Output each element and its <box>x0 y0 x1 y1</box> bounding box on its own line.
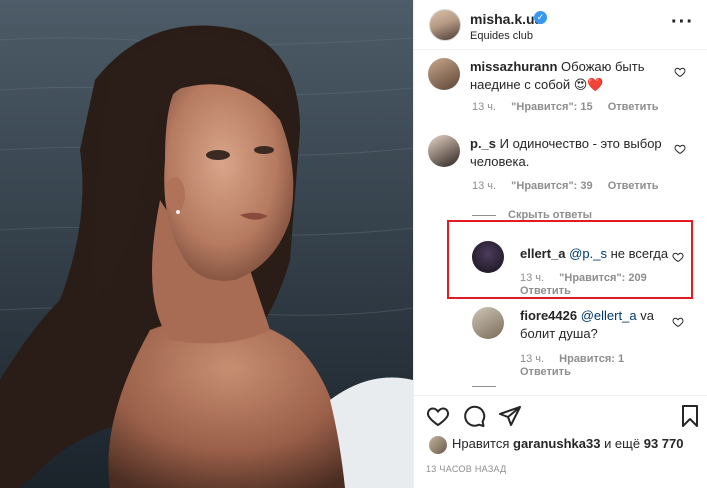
hide-replies-line <box>472 215 496 216</box>
comment-meta: 13 ч. Нравится: 1 Ответить <box>520 353 670 379</box>
more-replies-line <box>472 386 496 387</box>
author-avatar[interactable] <box>429 9 461 41</box>
more-options-icon[interactable]: ··· <box>671 12 694 32</box>
liker-avatar[interactable] <box>429 436 447 454</box>
comment-text: fiore4426 @ellert_a va болит душа? <box>520 307 670 343</box>
comment-emoji: 😍❤️ <box>573 77 604 92</box>
post-timestamp[interactable]: 13 ЧАСОВ НАЗАД <box>426 464 507 474</box>
verified-badge-icon: ✓ <box>534 11 547 24</box>
comment-meta: 13 ч. "Нравится": 39 Ответить <box>472 180 671 192</box>
comment-time[interactable]: 13 ч. <box>472 180 496 192</box>
comment-likes[interactable]: "Нравится": 15 <box>511 101 592 113</box>
post-location[interactable]: Equides club <box>470 30 533 42</box>
likes-prefix: Нравится <box>452 436 510 451</box>
share-icon[interactable] <box>498 404 522 428</box>
likes-count[interactable]: 93 770 <box>644 436 684 451</box>
comment-username[interactable]: fiore4426 <box>520 308 577 323</box>
comment-username[interactable]: p._s <box>470 136 496 151</box>
comment-likes[interactable]: "Нравится": 39 <box>511 180 592 192</box>
comment-time[interactable]: 13 ч. <box>472 101 496 113</box>
reply-button[interactable]: Ответить <box>520 366 571 378</box>
mention-link[interactable]: @ellert_a <box>581 308 637 323</box>
likes-summary[interactable]: Нравится garanushka33 и ещё 93 770 <box>452 436 683 451</box>
author-username[interactable]: misha.k.ua <box>470 11 542 27</box>
comment-icon[interactable] <box>462 404 486 428</box>
comment-likes[interactable]: Нравится: 1 <box>559 353 624 365</box>
like-comment-heart-icon[interactable] <box>672 316 684 328</box>
like-comment-heart-icon[interactable] <box>674 66 686 78</box>
heart-icon[interactable] <box>426 404 450 428</box>
post-actions: Нравится garanushka33 и ещё 93 770 13 ЧА… <box>414 395 707 488</box>
post-header: misha.k.ua ✓ Equides club ··· <box>414 0 707 50</box>
bookmark-icon[interactable] <box>678 404 702 428</box>
likes-suffix: и ещё <box>604 436 641 451</box>
highlight-box <box>447 220 693 299</box>
commenter-avatar[interactable] <box>472 307 504 339</box>
comment-meta: 13 ч. "Нравится": 15 Ответить <box>472 101 671 113</box>
comment-time[interactable]: 13 ч. <box>520 353 544 365</box>
like-comment-heart-icon[interactable] <box>674 143 686 155</box>
comment-text: missazhurann Обожаю быть наедине с собой… <box>470 58 670 94</box>
comment-username[interactable]: missazhurann <box>470 59 557 74</box>
liker-username[interactable]: garanushka33 <box>513 436 600 451</box>
reply-button[interactable]: Ответить <box>608 101 659 113</box>
reply-button[interactable]: Ответить <box>608 180 659 192</box>
commenter-avatar[interactable] <box>428 135 460 167</box>
comment-text: p._s И одиночество - это выбор человека. <box>470 135 670 171</box>
post-photo[interactable] <box>0 0 413 488</box>
comment-body: И одиночество - это выбор человека. <box>470 136 662 169</box>
portrait-image <box>0 0 413 488</box>
commenter-avatar[interactable] <box>428 58 460 90</box>
